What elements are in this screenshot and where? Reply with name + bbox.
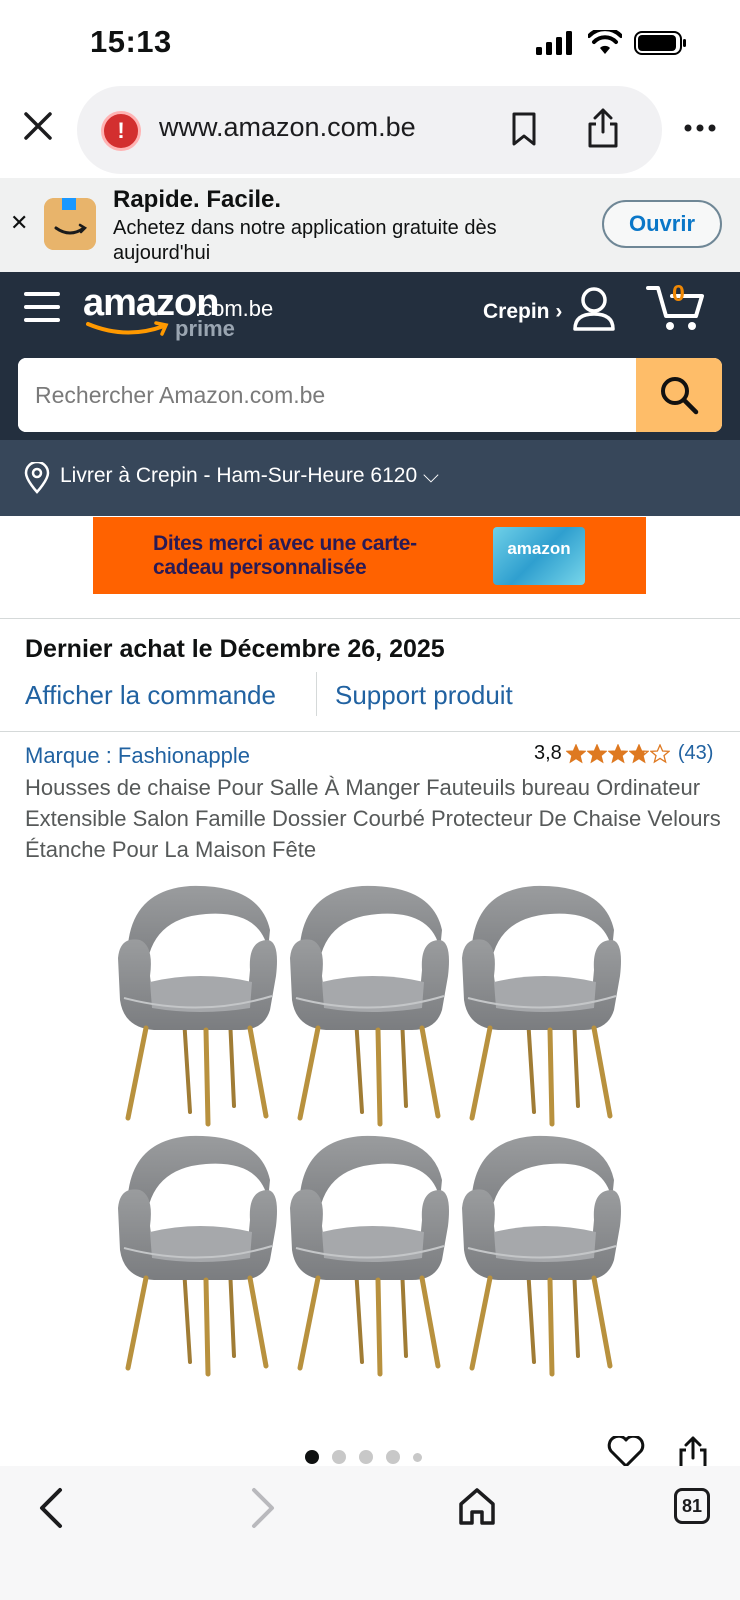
home-icon[interactable] [458, 1486, 496, 1526]
divider [0, 618, 740, 619]
amazon-header: amazon .com.be prime Crepin › 0 [0, 272, 740, 440]
banner-title: Rapide. Facile. [113, 186, 282, 213]
gift-card-label: amazon [507, 539, 571, 558]
browser-bar: ! www.amazon.com.be [0, 86, 740, 176]
url-text[interactable]: www.amazon.com.be [159, 112, 416, 143]
close-icon [24, 112, 52, 140]
account-icon[interactable] [572, 286, 616, 332]
wishlist-heart-icon[interactable] [606, 1436, 646, 1466]
carousel-dot[interactable] [386, 1450, 400, 1464]
product-support-link[interactable]: Support produit [335, 680, 513, 711]
close-tab-button[interactable] [20, 108, 56, 144]
rating-count[interactable]: (43) [678, 742, 714, 765]
share-icon[interactable] [584, 106, 622, 150]
share-product-icon[interactable] [676, 1434, 710, 1466]
carousel-dot[interactable] [305, 1450, 319, 1464]
deliver-location[interactable]: Livrer à Crepin - Ham-Sur-Heure 6120 ⌵ [60, 464, 439, 488]
last-purchase-title: Dernier achat le Décembre 26, 2025 [25, 635, 445, 663]
search-input[interactable] [18, 358, 636, 432]
image-carousel-dots[interactable] [305, 1450, 422, 1464]
tabs-button[interactable]: 81 [674, 1488, 710, 1524]
account-link[interactable]: Crepin › [483, 300, 562, 324]
banner-subtitle: Achetez dans notre application gratuite … [113, 217, 497, 264]
star-icon [628, 743, 649, 763]
logo-smile-icon [86, 321, 169, 336]
brand-link[interactable]: Marque : Fashionapple [25, 743, 250, 769]
rating-stars [565, 743, 670, 764]
product-rating[interactable]: 3,8 (43) [534, 742, 713, 765]
open-app-button[interactable]: Ouvrir [602, 200, 722, 248]
wifi-icon [588, 30, 622, 54]
promo-banner[interactable]: Dites merci avec une carte-cadeau person… [93, 517, 646, 594]
carousel-dot[interactable] [359, 1450, 373, 1464]
amazon-app-icon [44, 198, 96, 250]
menu-icon[interactable] [24, 292, 60, 328]
carousel-dot[interactable] [332, 1450, 346, 1464]
browser-bottom-toolbar: 81 [0, 1466, 740, 1600]
security-warning-icon[interactable]: ! [101, 111, 141, 151]
product-image[interactable] [110, 880, 630, 1390]
product-title[interactable]: Housses de chaise Pour Salle À Manger Fa… [25, 772, 725, 865]
address-bar[interactable]: ! www.amazon.com.be [77, 86, 662, 174]
search-button[interactable] [636, 358, 722, 432]
search-bar [18, 358, 722, 432]
rating-value: 3,8 [534, 742, 562, 764]
star-icon [649, 743, 670, 763]
view-order-link[interactable]: Afficher la commande [25, 680, 276, 711]
promo-text: Dites merci avec une carte-cadeau person… [153, 532, 417, 579]
forward-arrow-icon[interactable] [246, 1486, 280, 1530]
star-icon [565, 743, 586, 763]
app-install-banner: ✕ Rapide. Facile. Achetez dans notre app… [0, 178, 740, 272]
logo-prime: prime [175, 316, 235, 341]
divider [0, 731, 740, 732]
search-icon [661, 377, 699, 415]
cart-count: 0 [672, 280, 685, 306]
status-icons [536, 30, 688, 56]
back-arrow-icon[interactable] [34, 1486, 68, 1530]
status-time: 15:13 [90, 24, 172, 59]
carousel-dot[interactable] [413, 1452, 422, 1462]
bookmark-icon[interactable] [509, 110, 539, 148]
location-pin-icon [24, 462, 50, 494]
star-icon [586, 743, 607, 763]
signal-icon [536, 31, 572, 55]
more-options-icon[interactable] [684, 124, 716, 132]
deliver-to-bar[interactable]: Livrer à Crepin - Ham-Sur-Heure 6120 ⌵ [0, 440, 740, 516]
battery-icon [634, 31, 686, 55]
gift-card-image: amazon [493, 527, 585, 585]
link-divider [316, 672, 317, 716]
star-icon [607, 743, 628, 763]
status-bar: 15:13 [0, 0, 740, 86]
banner-close-button[interactable]: ✕ [10, 210, 28, 236]
